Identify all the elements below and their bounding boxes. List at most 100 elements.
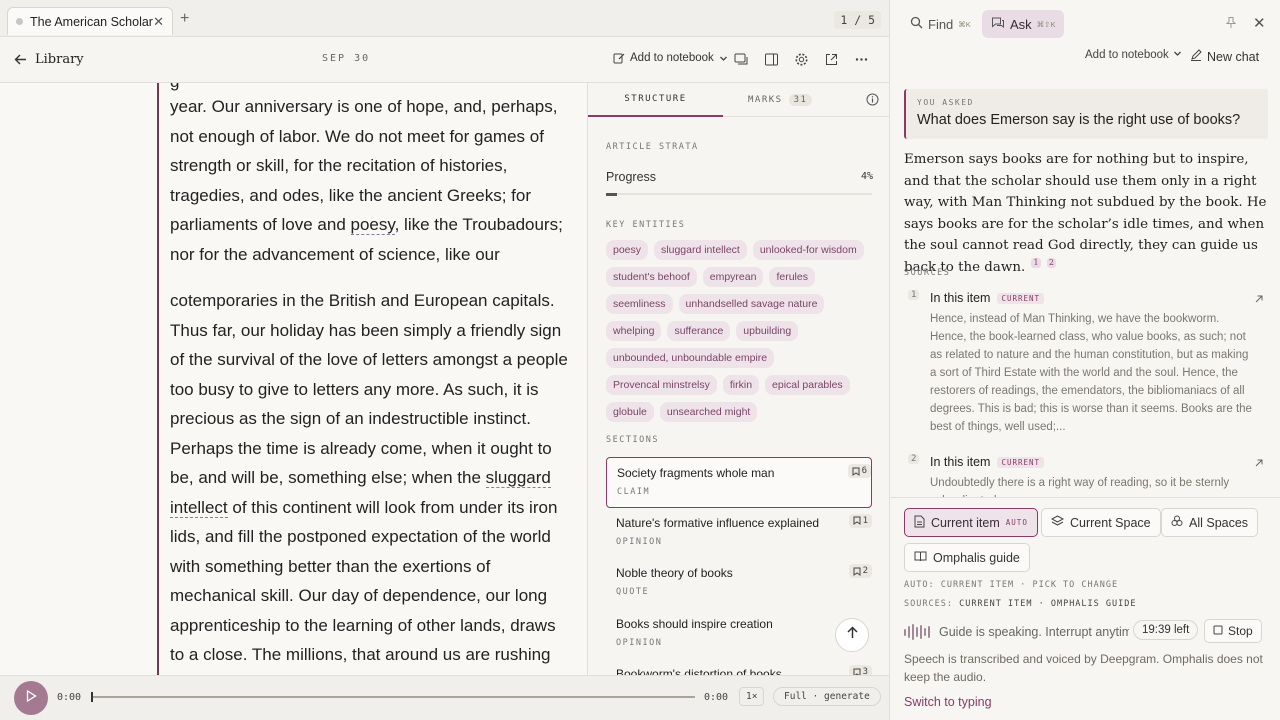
comments-icon[interactable] [734,52,750,68]
chat-bubble-icon [991,16,1005,32]
section-item[interactable]: Nature's formative influence explained OP… [606,508,872,559]
entity-mark-intellect[interactable]: intellect [170,497,228,518]
text-line: lids, and fill the postponed expectation… [170,527,551,546]
close-panel-icon[interactable]: ✕ [1253,14,1266,32]
scrubber-handle[interactable] [91,692,93,702]
entity-chip[interactable]: unbounded, unboundable empire [606,348,775,368]
text-line: of the survival of the love of letters a… [170,350,568,369]
user-question-card: YOU ASKED What does Emerson say is the r… [904,89,1268,139]
article-strata-heading: ARTICLE STRATA [606,142,699,152]
citation-1[interactable]: 1 [1031,258,1041,269]
reader-pane[interactable]: g year. Our anniversary is one of hope, … [0,83,587,675]
structure-panel: STRUCTURE MARKS 31 ARTICLE STRATA Progre… [587,83,889,675]
ask-label: Ask [1010,16,1032,32]
stop-square-icon [1213,624,1223,638]
bookmark-icon [853,567,861,576]
playback-mode-button[interactable]: Full · generate [773,687,881,706]
text-line: cotemporaries in the British and Europea… [170,291,555,310]
stop-button[interactable]: Stop [1204,619,1262,643]
entity-chip[interactable]: student's behoof [606,267,697,287]
entity-chip[interactable]: ferules [769,267,815,287]
section-item[interactable]: Noble theory of books QUOTE 2 [606,558,872,609]
reader-toolbar: Library SEP 30 Add to notebook [0,37,889,83]
text-line: to a close. The millions, that around us… [170,645,551,664]
guide-speaking-status: Guide is speaking. Interrupt anytime. [939,625,1129,639]
entity-mark-sluggard[interactable]: sluggard [485,468,551,488]
open-source-icon[interactable] [1254,291,1264,309]
citation-2[interactable]: 2 [1046,258,1056,269]
section-type: OPINION [616,536,663,547]
back-to-library-button[interactable]: Library [14,52,84,67]
active-sources-prefix: SOURCES: [904,599,953,609]
you-asked-label: YOU ASKED [917,98,974,107]
split-view-icon[interactable] [764,52,780,68]
sections-list: Society fragments whole man CLAIM 6 Nature'… [606,457,872,675]
entity-chip[interactable]: unsearched might [659,402,758,422]
entity-chip[interactable]: upbuilding [736,321,799,341]
section-item[interactable]: Society fragments whole man CLAIM 6 [606,457,872,508]
marks-count-badge: 31 [788,94,813,106]
document-tab[interactable]: The American Scholar ✕ [7,7,173,35]
entity-chip[interactable]: whelping [606,321,662,341]
user-question: What does Emerson say is the right use o… [917,112,1241,128]
entity-chip[interactable]: sluggard intellect [654,240,747,260]
progress-bar-fill [606,192,617,196]
entity-chip[interactable]: empyrean [702,267,764,287]
more-options-icon[interactable] [854,52,870,68]
entity-chip[interactable]: globule [606,402,654,422]
settings-gear-icon[interactable] [794,52,810,68]
scope-all-spaces-button[interactable]: All Spaces [1161,508,1259,537]
section-item[interactable]: Books should inspire creation OPINION [606,609,872,660]
text-run: parliaments of love and [170,215,351,234]
entity-mark-poesy[interactable]: poesy [350,215,395,235]
info-icon[interactable] [866,93,879,111]
pin-icon[interactable] [1225,16,1237,34]
external-link-icon[interactable] [824,52,840,68]
tab-structure[interactable]: STRUCTURE [588,83,723,117]
new-chat-button[interactable]: New chat [1190,49,1259,64]
ask-tab[interactable]: Ask ⌘⇧K [982,10,1065,38]
entity-chip[interactable]: Provencal minstrelsy [606,375,717,395]
bookmark-icon [853,668,861,675]
add-to-notebook-button[interactable]: Add to notebook [613,52,728,64]
new-tab-icon[interactable]: + [180,10,189,28]
document-icon [914,515,925,531]
entity-chip[interactable]: unlooked-for wisdom [752,240,864,260]
scope-current-space-button[interactable]: Current Space [1041,508,1161,537]
entity-chip[interactable]: poesy [606,240,649,260]
back-label: Library [35,52,84,67]
voice-status-row: Guide is speaking. Interrupt anytime. 19… [904,619,1270,644]
text-line: intellect of this continent will look fr… [170,493,575,523]
playback-scrubber[interactable] [91,692,695,702]
text-line: Perhaps the time is already come, when i… [170,438,552,458]
entity-chip[interactable]: unhandselled savage nature [678,294,825,314]
source-item[interactable]: 2 In this item CURRENT Undoubtedly there is… [904,450,1272,497]
play-button[interactable] [14,681,48,715]
bookmark-icon [853,516,861,525]
ask-panel: Find ⌘K Ask ⌘⇧K ✕ Add to notebook New ch… [889,0,1280,720]
entity-chip[interactable]: sufferance [667,321,731,341]
text-line: be, and will be, something else; when th… [170,463,575,493]
find-tab[interactable]: Find ⌘K [910,16,971,32]
progress-value: 4% [860,171,873,182]
tab-marks[interactable]: MARKS 31 [748,94,813,106]
close-tab-icon[interactable]: ✕ [153,14,164,30]
document-tab-title: The American Scholar [30,14,153,29]
playback-speed-button[interactable]: 1× [739,687,765,706]
entity-chip[interactable]: firkin [722,375,760,395]
source-item[interactable]: 1 In this item CURRENT Hence, instead of Ma… [904,286,1272,436]
source-title: In this item [930,455,991,469]
panel-add-to-notebook-button[interactable]: Add to notebook [1085,49,1182,61]
voice-waveform-icon [904,624,930,640]
scroll-to-top-button[interactable] [835,618,869,652]
scope-omphalis-guide-button[interactable]: Omphalis guide [904,543,1030,572]
switch-to-typing-link[interactable]: Switch to typing [904,695,992,709]
entity-chip[interactable]: seemliness [606,294,673,314]
open-source-icon[interactable] [1254,455,1264,473]
stop-label: Stop [1228,624,1253,638]
scope-current-item-button[interactable]: Current item AUTO [904,508,1038,537]
text-line: too busy to give to letters any more. As… [170,379,539,399]
section-item[interactable]: Bookworm's distortion of books 3 [606,659,872,675]
entity-chip[interactable]: epical parables [765,375,850,395]
book-icon [914,550,927,565]
